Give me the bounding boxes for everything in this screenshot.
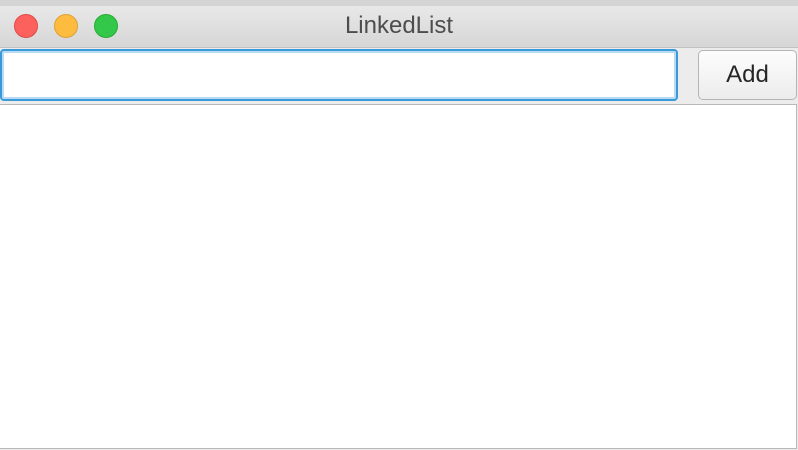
linked-list-view[interactable] [0,104,797,449]
item-input[interactable] [0,49,678,101]
input-toolbar: Add [0,48,798,104]
add-button[interactable]: Add [698,50,797,100]
title-bar[interactable]: LinkedList [0,0,798,48]
app-window: LinkedList Add [0,0,798,450]
window-title: LinkedList [344,12,454,39]
